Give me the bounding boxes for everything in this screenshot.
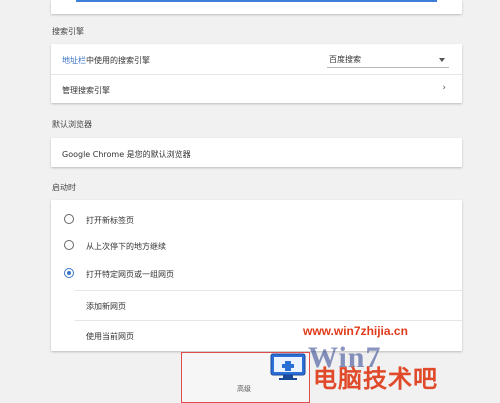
startup-option-continue[interactable]: 从上次停下的地方继续	[51, 233, 462, 262]
startup-option-label: 打开特定网页或一组网页	[86, 270, 174, 279]
caret-down-icon	[439, 58, 445, 62]
radio-button[interactable]	[64, 214, 74, 224]
on-startup-section-title: 启动时	[52, 183, 76, 192]
search-engine-card: 地址栏中使用的搜索引擎 百度搜索 管理搜索引擎 ›	[51, 44, 462, 103]
default-browser-status: Google Chrome 是您的默认浏览器	[62, 150, 191, 159]
manage-search-engines-row[interactable]: 管理搜索引擎 ›	[51, 75, 462, 103]
manage-search-engines-label: 管理搜索引擎	[62, 86, 110, 95]
watermark-site-name: 电脑技术吧	[313, 365, 438, 393]
search-engine-section-title: 搜索引擎	[52, 27, 84, 36]
search-engine-select[interactable]: 百度搜索	[327, 53, 449, 68]
address-bar-link[interactable]: 地址栏	[62, 56, 86, 65]
use-current-page-link[interactable]: 使用当前网页	[86, 331, 134, 342]
address-bar-engine-label: 地址栏中使用的搜索引擎	[62, 55, 150, 66]
address-bar-engine-row: 地址栏中使用的搜索引擎 百度搜索	[51, 44, 462, 74]
default-browser-card: Google Chrome 是您的默认浏览器	[51, 138, 462, 167]
watermark-url: www.win7zhijia.cn	[303, 324, 408, 338]
address-bar-label-rest: 中使用的搜索引擎	[86, 56, 150, 65]
search-engine-select-value: 百度搜索	[329, 55, 361, 64]
startup-option-label: 从上次停下的地方继续	[86, 242, 166, 251]
top-accent-line	[76, 0, 437, 2]
startup-option-specific-pages[interactable]: 打开特定网页或一组网页	[51, 260, 462, 289]
watermark: www.win7zhijia.cn Win7 电脑技术吧	[270, 315, 500, 403]
top-partial-card	[51, 0, 462, 14]
radio-button[interactable]	[64, 240, 74, 250]
advanced-button-label: 高级	[237, 385, 251, 393]
monitor-icon	[270, 353, 306, 380]
add-new-page-link[interactable]: 添加新网页	[86, 301, 126, 312]
radio-button-checked[interactable]	[64, 268, 74, 278]
startup-option-new-tab[interactable]: 打开新标签页	[51, 204, 462, 233]
startup-option-label: 打开新标签页	[86, 216, 134, 225]
chevron-right-icon: ›	[442, 83, 446, 93]
default-browser-section-title: 默认浏览器	[52, 120, 92, 129]
